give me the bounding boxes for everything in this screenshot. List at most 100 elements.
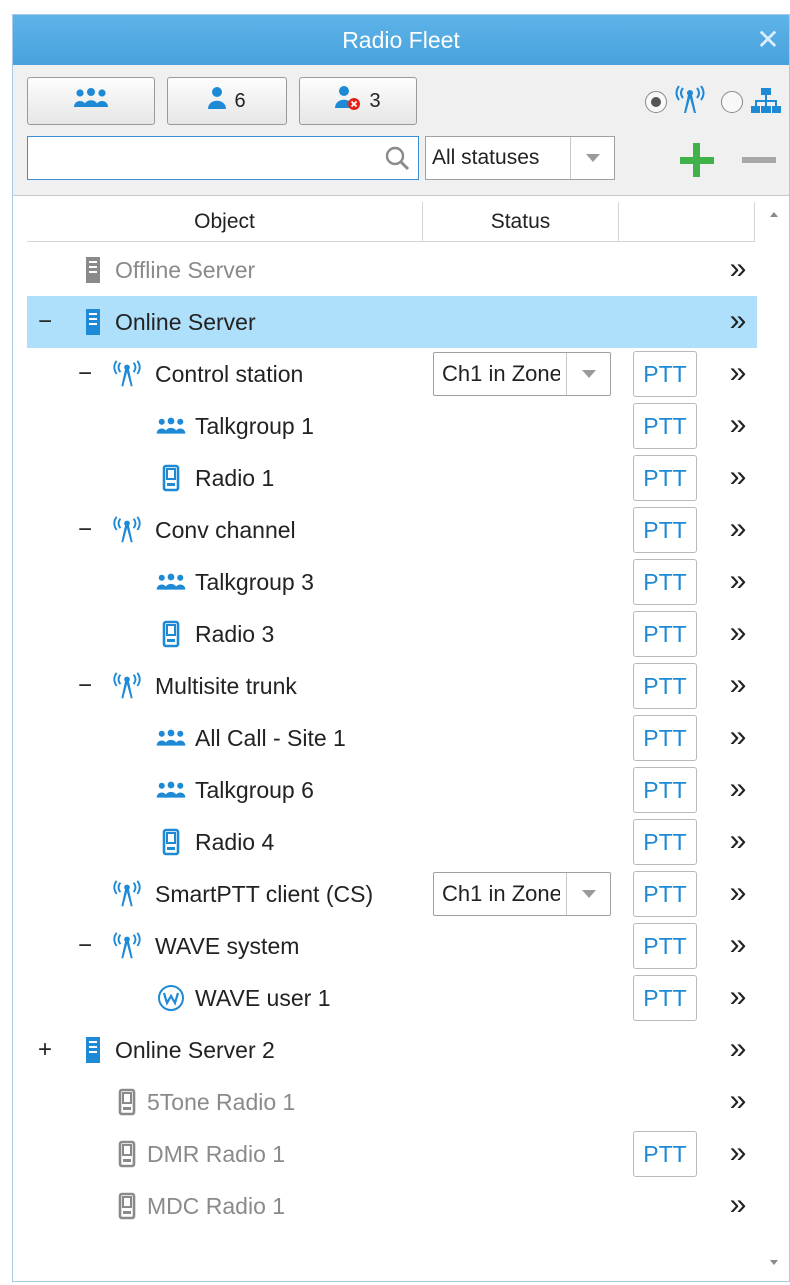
ptt-button[interactable]: PTT (633, 819, 697, 865)
double-chevron-right-icon[interactable]: » (717, 660, 753, 712)
radio-view-option[interactable] (645, 91, 667, 113)
column-object[interactable]: Object (27, 202, 423, 242)
status-filter-dropdown[interactable]: All statuses (425, 136, 615, 180)
offline-users-filter-button[interactable]: 3 (299, 77, 417, 125)
user-icon (208, 86, 227, 116)
tree-row[interactable]: Radio 4 PTT » (27, 816, 757, 868)
ptt-button[interactable]: PTT (633, 1131, 697, 1177)
double-chevron-right-icon[interactable]: » (717, 556, 753, 608)
tree-row-label: DMR Radio 1 (147, 1141, 286, 1167)
ptt-button[interactable]: PTT (633, 507, 697, 553)
double-chevron-right-icon[interactable]: » (717, 1128, 753, 1180)
remove-button[interactable] (739, 141, 779, 181)
tree-row[interactable]: − WAVE system PTT » (27, 920, 757, 972)
double-chevron-right-icon[interactable]: » (717, 244, 753, 296)
tree-row-label: WAVE user 1 (195, 985, 331, 1011)
wave-icon (155, 983, 187, 1013)
talkgroup-icon (155, 411, 187, 441)
double-chevron-right-icon[interactable]: » (717, 452, 753, 504)
column-status[interactable]: Status (423, 202, 619, 242)
tree-row[interactable]: 5Tone Radio 1 » (27, 1076, 757, 1128)
tree-row[interactable]: WAVE user 1 PTT » (27, 972, 757, 1024)
radio-icon (155, 827, 187, 857)
scroll-up-icon[interactable] (770, 212, 778, 217)
tree-row[interactable]: Talkgroup 3 PTT » (27, 556, 757, 608)
collapse-toggle[interactable]: − (75, 920, 95, 972)
tree-row[interactable]: DMR Radio 1 PTT » (27, 1128, 757, 1180)
tree-row[interactable]: − Multisite trunk PTT » (27, 660, 757, 712)
channel-value: Ch1 in Zone 1 (442, 361, 560, 386)
tree-row[interactable]: All Call - Site 1 PTT » (27, 712, 757, 764)
tree-row-label: Talkgroup 6 (195, 777, 314, 803)
double-chevron-right-icon[interactable]: » (717, 764, 753, 816)
ptt-button[interactable]: PTT (633, 923, 697, 969)
collapse-toggle[interactable]: − (35, 296, 55, 348)
ptt-button[interactable]: PTT (633, 715, 697, 761)
antenna-icon (111, 515, 143, 545)
chevron-down-icon[interactable] (566, 353, 610, 395)
antenna-icon (111, 359, 143, 389)
column-actions (619, 202, 755, 242)
ptt-button[interactable]: PTT (633, 403, 697, 449)
ptt-button[interactable]: PTT (633, 611, 697, 657)
ptt-button[interactable]: PTT (633, 767, 697, 813)
double-chevron-right-icon[interactable]: » (717, 1076, 753, 1128)
radio-icon (155, 463, 187, 493)
double-chevron-right-icon[interactable]: » (717, 816, 753, 868)
antenna-icon (111, 931, 143, 961)
double-chevron-right-icon[interactable]: » (717, 296, 753, 348)
tree-row[interactable]: Offline Server » (27, 244, 757, 296)
status-filter-value: All statuses (432, 146, 540, 169)
ptt-button[interactable]: PTT (633, 455, 697, 501)
double-chevron-right-icon[interactable]: » (717, 348, 753, 400)
tree-row[interactable]: Talkgroup 1 PTT » (27, 400, 757, 452)
collapse-toggle[interactable]: − (75, 348, 95, 400)
tree-row[interactable]: Talkgroup 6 PTT » (27, 764, 757, 816)
tree-row-label: Control station (155, 361, 304, 387)
scroll-down-icon[interactable] (770, 1260, 778, 1265)
tree-row[interactable]: Radio 1 PTT » (27, 452, 757, 504)
tree-row[interactable]: − Online Server » (27, 296, 757, 348)
chevron-down-icon[interactable] (566, 873, 610, 915)
ptt-button[interactable]: PTT (633, 975, 697, 1021)
collapse-toggle[interactable]: − (75, 660, 95, 712)
double-chevron-right-icon[interactable]: » (717, 972, 753, 1024)
double-chevron-right-icon[interactable]: » (717, 504, 753, 556)
channel-dropdown[interactable]: Ch1 in Zone 1 (433, 352, 611, 396)
vertical-scrollbar[interactable] (759, 196, 789, 1281)
hierarchy-view-option[interactable] (721, 91, 743, 113)
user-offline-icon (335, 85, 361, 117)
tree-row[interactable]: Radio 3 PTT » (27, 608, 757, 660)
column-header: Object Status (27, 202, 755, 242)
double-chevron-right-icon[interactable]: » (717, 608, 753, 660)
radio-icon (155, 619, 187, 649)
ptt-button[interactable]: PTT (633, 663, 697, 709)
tree-row[interactable]: − Control station Ch1 in Zone 1 PTT » (27, 348, 757, 400)
tree-row-label: Multisite trunk (155, 673, 297, 699)
double-chevron-right-icon[interactable]: » (717, 400, 753, 452)
double-chevron-right-icon[interactable]: » (717, 1024, 753, 1076)
double-chevron-right-icon[interactable]: » (717, 712, 753, 764)
tree-row[interactable]: + Online Server 2 » (27, 1024, 757, 1076)
online-users-filter-button[interactable]: 6 (167, 77, 287, 125)
server-icon (77, 1035, 109, 1065)
close-button[interactable]: ✕ (753, 15, 783, 65)
chevron-down-icon[interactable] (570, 137, 614, 179)
ptt-button[interactable]: PTT (633, 559, 697, 605)
ptt-button[interactable]: PTT (633, 871, 697, 917)
ptt-button[interactable]: PTT (633, 351, 697, 397)
add-button[interactable] (677, 141, 717, 181)
channel-dropdown[interactable]: Ch1 in Zone 1 (433, 872, 611, 916)
tree-row[interactable]: − Conv channel PTT » (27, 504, 757, 556)
tree-row[interactable]: SmartPTT client (CS) Ch1 in Zone 1 PTT » (27, 868, 757, 920)
collapse-toggle[interactable]: − (75, 504, 95, 556)
all-groups-filter-button[interactable] (27, 77, 155, 125)
tree-row-label: Radio 4 (195, 829, 275, 855)
search-input[interactable] (27, 136, 419, 180)
expand-toggle[interactable]: + (35, 1024, 55, 1076)
double-chevron-right-icon[interactable]: » (717, 920, 753, 972)
tree-row-label: SmartPTT client (CS) (155, 881, 374, 907)
double-chevron-right-icon[interactable]: » (717, 1180, 753, 1232)
double-chevron-right-icon[interactable]: » (717, 868, 753, 920)
tree-row[interactable]: MDC Radio 1 » (27, 1180, 757, 1232)
